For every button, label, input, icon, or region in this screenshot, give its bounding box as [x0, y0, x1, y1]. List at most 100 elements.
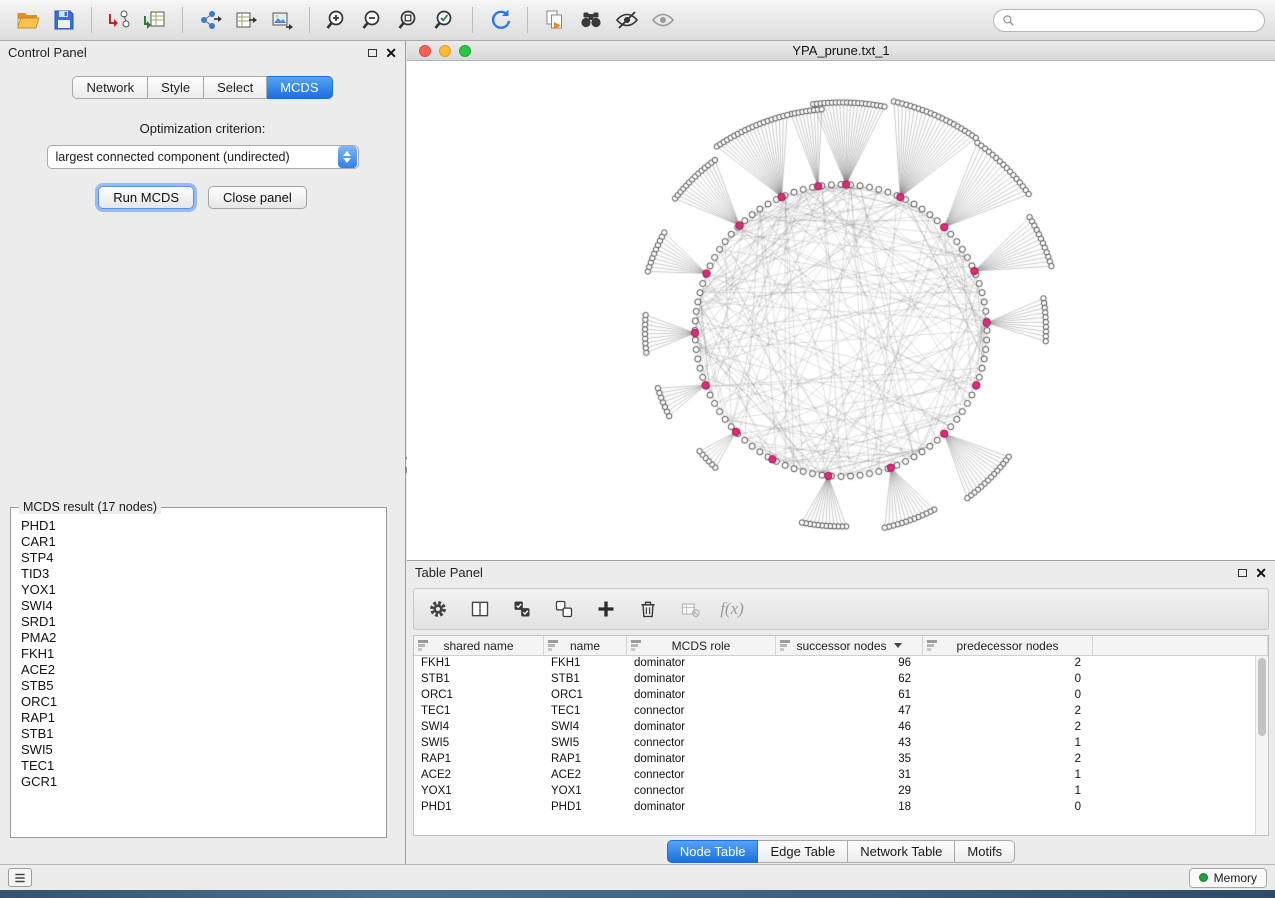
table-row[interactable]: FKH1FKH1dominator962 [414, 656, 1268, 672]
table-cell: 0 [923, 688, 1093, 704]
close-panel-icon[interactable]: ✕ [1255, 568, 1267, 578]
mcds-result-item[interactable]: SWI5 [21, 742, 382, 758]
mcds-result-item[interactable]: PMA2 [21, 630, 382, 646]
table-cell: SWI5 [414, 736, 544, 752]
table-cell: 61 [776, 688, 923, 704]
run-mcds-button[interactable]: Run MCDS [98, 186, 194, 209]
table-row[interactable]: PHD1PHD1dominator180 [414, 800, 1268, 816]
zoom-selected-button[interactable] [427, 4, 463, 36]
open-folder-button[interactable] [10, 4, 46, 36]
column-header-successor-nodes[interactable]: successor nodes [776, 636, 923, 655]
mcds-result-item[interactable]: ORC1 [21, 694, 382, 710]
mcds-result-item[interactable]: TID3 [21, 566, 382, 582]
mcds-result-item[interactable]: PHD1 [21, 518, 382, 534]
tab-motifs[interactable]: Motifs [955, 840, 1015, 863]
save-button[interactable] [46, 4, 82, 36]
export-network-button[interactable] [192, 4, 228, 36]
table-scrollbar[interactable] [1255, 656, 1268, 835]
toolbar-separator [91, 7, 92, 33]
float-panel-icon[interactable] [368, 49, 377, 57]
zoom-fit-button[interactable] [391, 4, 427, 36]
table-cell: dominator [627, 800, 776, 816]
table-row[interactable]: SWI4SWI4dominator462 [414, 720, 1268, 736]
table-cell: SWI5 [544, 736, 627, 752]
export-image-button[interactable] [264, 4, 300, 36]
mcds-result-item[interactable]: STP4 [21, 550, 382, 566]
control-panel-header: Control Panel ✕ [0, 41, 405, 64]
table-row[interactable]: STB1STB1dominator620 [414, 672, 1268, 688]
import-network-button[interactable] [101, 4, 137, 36]
add-row-button[interactable] [592, 595, 620, 623]
table-row[interactable]: TEC1TEC1connector472 [414, 704, 1268, 720]
tab-network-table[interactable]: Network Table [848, 840, 955, 863]
table-cell: dominator [627, 688, 776, 704]
mcds-result-item[interactable]: STB1 [21, 726, 382, 742]
zoom-in-icon [325, 8, 349, 32]
mcds-result-item[interactable]: CAR1 [21, 534, 382, 550]
scrollbar-thumb[interactable] [1258, 658, 1266, 736]
deselect-all-button[interactable] [550, 595, 578, 623]
gear-icon [428, 599, 448, 619]
table-row[interactable]: ORC1ORC1dominator610 [414, 688, 1268, 704]
column-header-predecessor-nodes[interactable]: predecessor nodes [923, 636, 1093, 655]
mcds-result-item[interactable]: SRD1 [21, 614, 382, 630]
find-button[interactable] [573, 4, 609, 36]
table-row[interactable]: SWI5SWI5connector431 [414, 736, 1268, 752]
network-graph-canvas[interactable] [407, 61, 1275, 560]
table-cell: PHD1 [414, 800, 544, 816]
clone-network-button[interactable] [537, 4, 573, 36]
close-panel-button[interactable]: Close panel [208, 186, 307, 209]
table-settings-button[interactable] [424, 595, 452, 623]
tab-network[interactable]: Network [72, 76, 148, 99]
refresh-layout-button[interactable] [482, 4, 518, 36]
delete-row-button[interactable] [634, 595, 662, 623]
tab-edge-table[interactable]: Edge Table [758, 840, 848, 863]
table-row[interactable]: YOX1YOX1connector291 [414, 784, 1268, 800]
task-history-button[interactable] [8, 868, 32, 887]
import-network-icon [107, 8, 131, 32]
column-header-name[interactable]: name [544, 636, 627, 655]
column-header-MCDS-role[interactable]: MCDS role [627, 636, 776, 655]
table-cell-filler [1093, 800, 1268, 816]
mcds-result-item[interactable]: ACE2 [21, 662, 382, 678]
sort-icon [548, 640, 558, 654]
table-cell: RAP1 [414, 752, 544, 768]
network-canvas-area[interactable] [407, 61, 1275, 560]
status-bar: Memory [0, 864, 1275, 890]
show-columns-button[interactable] [466, 595, 494, 623]
table-panel-title: Table Panel [415, 565, 483, 580]
hide-selection-button[interactable] [609, 4, 645, 36]
table-cell: dominator [627, 656, 776, 672]
mcds-result-item[interactable]: SWI4 [21, 598, 382, 614]
memory-button[interactable]: Memory [1189, 868, 1267, 888]
select-all-button[interactable] [508, 595, 536, 623]
zoom-out-button[interactable] [355, 4, 391, 36]
column-header-shared-name[interactable]: shared name [414, 636, 544, 655]
tab-node-table[interactable]: Node Table [667, 840, 759, 863]
tab-mcds[interactable]: MCDS [267, 76, 332, 99]
import-table-button[interactable] [137, 4, 173, 36]
mcds-result-item[interactable]: STB5 [21, 678, 382, 694]
mcds-result-item[interactable]: YOX1 [21, 582, 382, 598]
network-window-titlebar[interactable]: YPA_prune.txt_1 [407, 41, 1275, 61]
zoom-in-button[interactable] [319, 4, 355, 36]
table-row[interactable]: ACE2ACE2connector311 [414, 768, 1268, 784]
float-panel-icon[interactable] [1238, 569, 1247, 577]
toolbar-separator [309, 7, 310, 33]
search-input[interactable] [1021, 13, 1256, 27]
column-header-label: MCDS role [672, 639, 731, 653]
table-row[interactable]: RAP1RAP1dominator352 [414, 752, 1268, 768]
mcds-result-item[interactable]: RAP1 [21, 710, 382, 726]
mcds-result-item[interactable]: FKH1 [21, 646, 382, 662]
refresh-icon [488, 8, 512, 32]
tab-style[interactable]: Style [148, 76, 204, 99]
mcds-result-item[interactable]: TEC1 [21, 758, 382, 774]
export-table-button[interactable] [228, 4, 264, 36]
criterion-dropdown[interactable]: largest connected component (undirected) [47, 145, 359, 169]
export-image-icon [270, 8, 294, 32]
preview-button[interactable] [645, 4, 681, 36]
tab-select[interactable]: Select [204, 76, 267, 99]
mcds-result-item[interactable]: GCR1 [21, 774, 382, 790]
close-panel-icon[interactable]: ✕ [385, 48, 397, 58]
table-cell: ACE2 [414, 768, 544, 784]
